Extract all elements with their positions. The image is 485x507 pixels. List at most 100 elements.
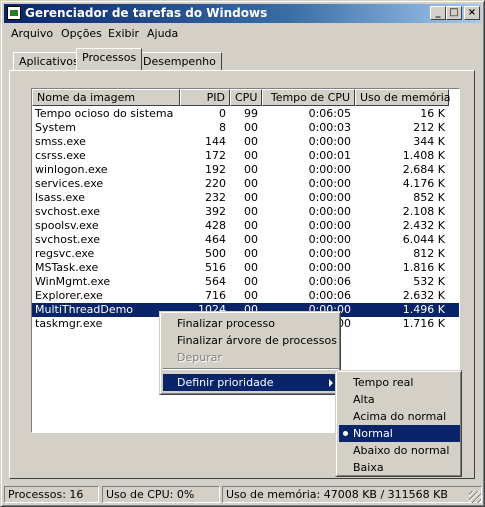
- cell-cpu-time: 0:00:01: [308, 149, 351, 162]
- table-row[interactable]: WinMgmt.exe 564 00 0:00:06 532 K: [32, 275, 459, 289]
- cell-cpu: 00: [244, 289, 258, 302]
- cell-pid: 172: [205, 149, 226, 162]
- priority-below-normal[interactable]: Abaixo do normal: [339, 442, 460, 459]
- cell-pid: 516: [205, 261, 226, 274]
- table-row[interactable]: regsvc.exe 500 00 0:00:00 812 K: [32, 247, 459, 261]
- cell-pid: 464: [205, 233, 226, 246]
- resize-grip-icon[interactable]: [469, 491, 481, 503]
- cell-image-name: MSTask.exe: [35, 261, 99, 274]
- menu-ajuda[interactable]: Ajuda: [147, 27, 178, 40]
- cell-memory: 1.816 K: [402, 261, 445, 274]
- table-row[interactable]: System 8 00 0:00:03 212 K: [32, 121, 459, 135]
- cell-cpu: 00: [244, 275, 258, 288]
- cell-cpu: 00: [244, 247, 258, 260]
- cell-cpu: 00: [244, 261, 258, 274]
- cell-cpu: 00: [244, 163, 258, 176]
- cell-cpu: 99: [244, 107, 258, 120]
- menu-opcoes[interactable]: Opções: [61, 27, 102, 40]
- cell-memory: 212 K: [413, 121, 445, 134]
- priority-high[interactable]: Alta: [339, 391, 460, 408]
- cell-cpu: 00: [244, 135, 258, 148]
- table-row[interactable]: svchost.exe 464 00 0:00:00 6.044 K: [32, 233, 459, 247]
- table-row[interactable]: svchost.exe 392 00 0:00:00 2.108 K: [32, 205, 459, 219]
- cell-image-name: csrss.exe: [35, 149, 86, 162]
- table-row[interactable]: services.exe 220 00 0:00:00 4.176 K: [32, 177, 459, 191]
- task-manager-app-icon[interactable]: [7, 6, 21, 20]
- cell-pid: 428: [205, 219, 226, 232]
- cell-cpu: 00: [244, 219, 258, 232]
- table-row[interactable]: spoolsv.exe 428 00 0:00:00 2.432 K: [32, 219, 459, 233]
- cell-memory: 852 K: [413, 191, 445, 204]
- cell-memory: 6.044 K: [402, 233, 445, 246]
- table-row[interactable]: Explorer.exe 716 00 0:00:06 2.632 K: [32, 289, 459, 303]
- cell-pid: 716: [205, 289, 226, 302]
- cell-cpu-time: 0:00:00: [308, 205, 351, 218]
- cell-pid: 192: [205, 163, 226, 176]
- cell-image-name: WinMgmt.exe: [35, 275, 111, 288]
- cell-cpu-time: 0:00:06: [308, 275, 351, 288]
- status-memory-usage: Uso de memória: 47008 KB / 311568 KB: [222, 486, 482, 503]
- menu-item-end-process[interactable]: Finalizar processo: [163, 315, 339, 332]
- tab-processos[interactable]: Processos: [76, 48, 143, 70]
- cell-memory: 2.632 K: [402, 289, 445, 302]
- cell-image-name: System: [35, 121, 77, 134]
- priority-normal[interactable]: Normal: [339, 425, 460, 442]
- process-context-menu: Finalizar processo Finalizar árvore de p…: [159, 311, 341, 395]
- tab-aplicativos[interactable]: Aplicativos: [13, 52, 85, 71]
- cell-memory: 2.432 K: [402, 219, 445, 232]
- minimize-button[interactable]: _: [430, 6, 446, 20]
- cell-cpu: 00: [244, 191, 258, 204]
- cell-pid: 0: [219, 107, 226, 120]
- cell-cpu-time: 0:00:00: [308, 261, 351, 274]
- cell-memory: 1.716 K: [402, 317, 445, 330]
- table-row[interactable]: winlogon.exe 192 00 0:00:00 2.684 K: [32, 163, 459, 177]
- task-manager-window: Gerenciador de tarefas do Windows _ □ × …: [0, 0, 485, 507]
- cell-image-name: svchost.exe: [35, 233, 101, 246]
- cell-pid: 564: [205, 275, 226, 288]
- cell-pid: 8: [219, 121, 226, 134]
- priority-submenu: Tempo real Alta Acima do normal Normal A…: [335, 370, 462, 477]
- table-row[interactable]: Tempo ocioso do sistema 0 99 0:06:05 16 K: [32, 107, 459, 121]
- cell-cpu-time: 0:06:05: [308, 107, 351, 120]
- menu-separator: [163, 368, 339, 370]
- cell-memory: 2.684 K: [402, 163, 445, 176]
- title-bar[interactable]: Gerenciador de tarefas do Windows _ □ ×: [4, 4, 481, 23]
- column-header-cpu-time[interactable]: Tempo de CPU: [262, 89, 355, 106]
- table-row[interactable]: smss.exe 144 00 0:00:00 344 K: [32, 135, 459, 149]
- column-header-pid[interactable]: PID: [180, 89, 230, 106]
- cell-cpu: 00: [244, 121, 258, 134]
- cell-image-name: MultiThreadDemo: [35, 303, 134, 316]
- column-header-cpu[interactable]: CPU: [230, 89, 262, 106]
- status-processes: Processos: 16: [4, 486, 99, 503]
- cell-image-name: smss.exe: [35, 135, 86, 148]
- close-button[interactable]: ×: [464, 6, 480, 20]
- column-header-memory[interactable]: Uso de memória: [355, 89, 451, 106]
- cell-cpu-time: 0:00:03: [308, 121, 351, 134]
- cell-cpu-time: 0:00:00: [308, 135, 351, 148]
- priority-realtime[interactable]: Tempo real: [339, 374, 460, 391]
- menu-item-debug[interactable]: Depurar: [163, 349, 339, 366]
- cell-image-name: taskmgr.exe: [35, 317, 103, 330]
- cell-image-name: svchost.exe: [35, 205, 101, 218]
- menu-arquivo[interactable]: Arquivo: [11, 27, 53, 40]
- tab-desempenho[interactable]: Desempenho: [137, 52, 222, 71]
- window-title: Gerenciador de tarefas do Windows: [25, 6, 268, 20]
- menu-item-end-process-tree[interactable]: Finalizar árvore de processos: [163, 332, 339, 349]
- menu-item-set-priority[interactable]: Definir prioridade: [163, 374, 339, 391]
- cell-cpu-time: 0:00:00: [308, 191, 351, 204]
- cell-pid: 500: [205, 247, 226, 260]
- table-row[interactable]: csrss.exe 172 00 0:00:01 1.408 K: [32, 149, 459, 163]
- menu-exibir[interactable]: Exibir: [108, 27, 139, 40]
- cell-image-name: Explorer.exe: [35, 289, 103, 302]
- cell-image-name: winlogon.exe: [35, 163, 108, 176]
- cell-cpu-time: 0:00:00: [308, 163, 351, 176]
- submenu-arrow-icon: [329, 379, 333, 387]
- column-header-image-name[interactable]: Nome da imagem: [32, 89, 180, 106]
- table-row[interactable]: lsass.exe 232 00 0:00:00 852 K: [32, 191, 459, 205]
- table-row[interactable]: MSTask.exe 516 00 0:00:00 1.816 K: [32, 261, 459, 275]
- maximize-button[interactable]: □: [446, 6, 462, 20]
- cell-image-name: spoolsv.exe: [35, 219, 99, 232]
- cell-cpu-time: 0:00:00: [308, 247, 351, 260]
- priority-above-normal[interactable]: Acima do normal: [339, 408, 460, 425]
- priority-low[interactable]: Baixa: [339, 459, 460, 476]
